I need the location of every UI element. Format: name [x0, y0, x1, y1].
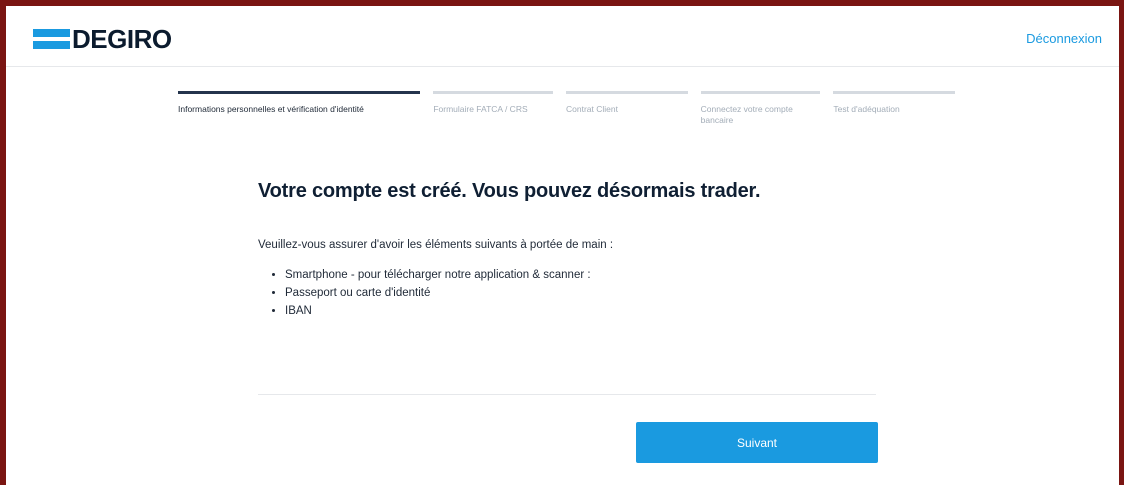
header: DEGIRO Déconnexion: [6, 6, 1119, 67]
requirements-list: Smartphone - pour télécharger notre appl…: [258, 269, 878, 317]
main-content: Votre compte est créé. Vous pouvez désor…: [258, 180, 878, 323]
next-button[interactable]: Suivant: [636, 422, 878, 463]
step-suitability-test: Test d'adéquation: [833, 91, 956, 126]
logo-text: DEGIRO: [72, 24, 172, 54]
step-label: Informations personnelles et vérificatio…: [178, 104, 364, 114]
progress-steps: Informations personnelles et vérificatio…: [178, 91, 968, 126]
step-client-contract: Contrat Client: [566, 91, 688, 126]
degiro-logo: DEGIRO: [33, 24, 172, 54]
list-item: Passeport ou carte d'identité: [285, 287, 878, 299]
list-item: IBAN: [285, 305, 878, 317]
step-personal-info: Informations personnelles et vérificatio…: [178, 91, 421, 126]
step-bar: [433, 91, 553, 94]
step-label: Test d'adéquation: [833, 104, 900, 114]
step-label: Connectez votre compte bancaire: [700, 104, 793, 125]
step-bar: [833, 91, 956, 94]
page-frame: DEGIRO Déconnexion Informations personne…: [6, 6, 1119, 485]
page-title: Votre compte est créé. Vous pouvez désor…: [258, 180, 761, 202]
step-label: Formulaire FATCA / CRS: [433, 104, 528, 114]
step-bank-account: Connectez votre compte bancaire: [700, 91, 821, 126]
step-bar: [178, 91, 421, 94]
list-item: Smartphone - pour télécharger notre appl…: [285, 269, 878, 281]
logo-mark-icon: [33, 29, 70, 49]
logout-link[interactable]: Déconnexion: [1026, 31, 1102, 46]
step-label: Contrat Client: [566, 104, 618, 114]
step-fatca-crs: Formulaire FATCA / CRS: [433, 91, 553, 126]
step-bar: [700, 91, 821, 94]
step-bar: [566, 91, 688, 94]
divider: [258, 394, 876, 395]
intro-text: Veuillez-vous assurer d'avoir les élémen…: [258, 239, 614, 251]
